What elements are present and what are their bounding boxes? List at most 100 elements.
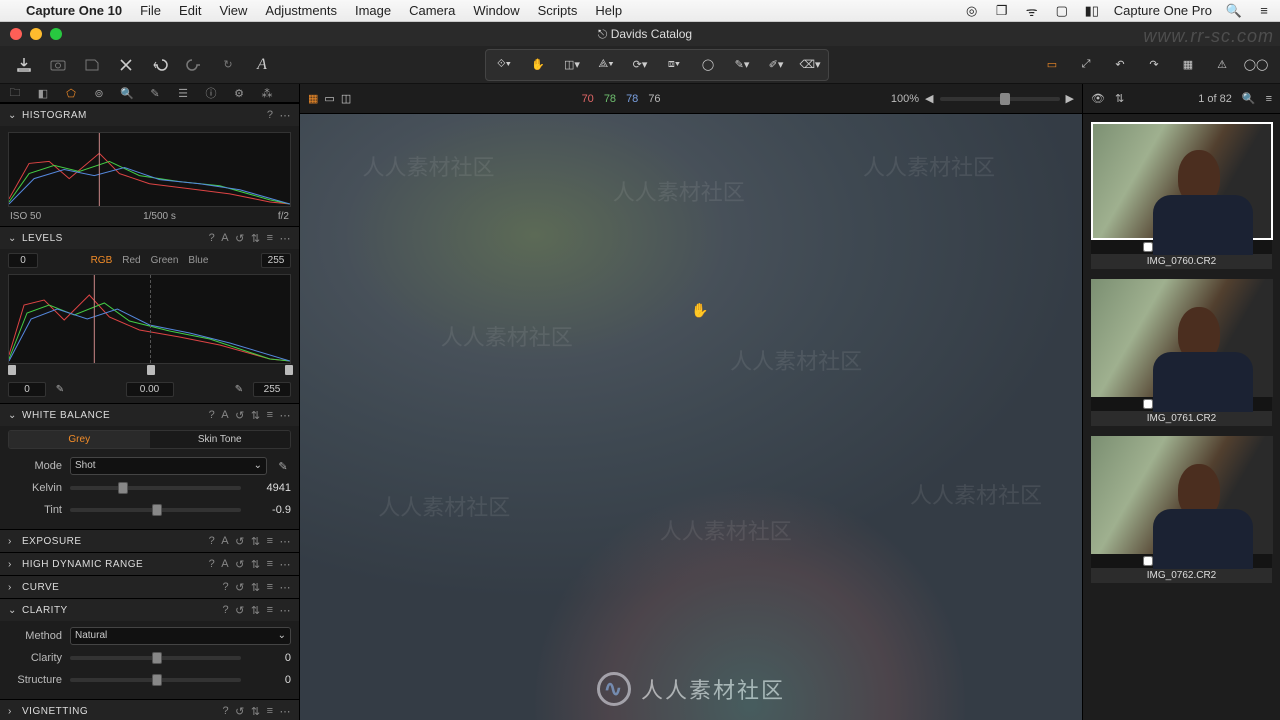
levels-help[interactable]: ? (209, 232, 216, 245)
wb-toggle[interactable]: ⌄ (8, 410, 18, 421)
levels-out-high[interactable]: 255 (253, 382, 291, 397)
import-button[interactable] (8, 51, 40, 79)
status-app-name[interactable]: Capture One Pro (1114, 3, 1212, 18)
levels-black-picker[interactable]: ✎ (52, 384, 68, 395)
levels-menu[interactable]: ⋯ (280, 232, 292, 245)
curve-preset[interactable]: ≡ (267, 581, 274, 594)
clarity-help[interactable]: ? (223, 604, 230, 617)
thumbnail-checkbox[interactable] (1143, 242, 1153, 252)
vignetting-copy[interactable]: ⇅ (251, 705, 261, 718)
app-name[interactable]: Capture One 10 (26, 3, 122, 18)
hdr-reset[interactable]: ↺ (235, 558, 245, 571)
levels-gamma[interactable]: 0.00 (126, 382, 174, 397)
levels-input-slider[interactable] (8, 366, 291, 376)
fullscreen-button[interactable]: ⤢ (1070, 51, 1102, 79)
thumbnail-image[interactable] (1091, 279, 1273, 397)
tab-adjust[interactable]: ☰ (174, 84, 192, 102)
tab-library[interactable]: 🗀 (6, 84, 24, 102)
wb-help[interactable]: ? (209, 409, 216, 422)
structure-value[interactable]: 0 (249, 674, 291, 686)
rotate-right-button[interactable]: ↷ (1138, 51, 1170, 79)
thumbnail-checkbox[interactable] (1143, 556, 1153, 566)
minimize-window-button[interactable] (30, 28, 42, 40)
warnings-button[interactable]: ⚠ (1206, 51, 1238, 79)
levels-in-high[interactable]: 255 (261, 253, 291, 268)
wb-menu[interactable]: ⋯ (280, 409, 292, 422)
wb-auto[interactable]: A (221, 409, 229, 422)
thumbnail-list[interactable]: • • • • • IMG_0760.CR2 • • • • • IMG_076… (1083, 114, 1280, 720)
hdr-preset[interactable]: ≡ (267, 558, 274, 571)
gradient-tool[interactable]: ✐▾ (759, 51, 793, 79)
wb-preset[interactable]: ≡ (267, 409, 274, 422)
exposure-copy[interactable]: ⇅ (251, 535, 261, 548)
thumbnail-image[interactable] (1091, 122, 1273, 240)
wb-tint-slider[interactable] (70, 508, 241, 512)
clarity-slider[interactable] (70, 656, 241, 660)
exposure-help[interactable]: ? (209, 535, 216, 548)
brush-tool[interactable]: ✎▾ (725, 51, 759, 79)
clarity-preset[interactable]: ≡ (267, 604, 274, 617)
status-windows-icon[interactable]: ❐ (994, 3, 1010, 19)
levels-auto[interactable]: A (221, 232, 229, 245)
clarity-copy[interactable]: ⇅ (251, 604, 261, 617)
thumbnail-checkbox[interactable] (1143, 399, 1153, 409)
wb-tab-skin[interactable]: Skin Tone (150, 431, 291, 448)
menu-scripts[interactable]: Scripts (538, 3, 578, 18)
clarity-value[interactable]: 0 (249, 652, 291, 664)
wb-picker[interactable]: ✎ (275, 460, 291, 473)
layout-viewer-button[interactable]: ▭ (1036, 51, 1068, 79)
redo-button[interactable] (178, 51, 210, 79)
vignetting-preset[interactable]: ≡ (267, 705, 274, 718)
hdr-help[interactable]: ? (209, 558, 216, 571)
menu-view[interactable]: View (219, 3, 247, 18)
spot-tool[interactable]: ◯ (691, 51, 725, 79)
clarity-reset[interactable]: ↺ (235, 604, 245, 617)
browser-menu-icon[interactable]: ≡ (1266, 93, 1272, 105)
histogram-menu[interactable]: ⋯ (280, 109, 292, 122)
vignetting-toggle[interactable]: › (8, 706, 18, 717)
wb-tint-value[interactable]: -0.9 (249, 504, 291, 516)
rotate-left-button[interactable]: ↶ (1104, 51, 1136, 79)
histogram-help[interactable]: ? (267, 109, 274, 122)
proof-button[interactable]: ◯◯ (1240, 51, 1272, 79)
hdr-auto[interactable]: A (221, 558, 229, 571)
curve-toggle[interactable]: › (8, 582, 18, 593)
keystone-tool[interactable]: ⧈▾ (657, 51, 691, 79)
wb-kelvin-value[interactable]: 4941 (249, 482, 291, 494)
curve-reset[interactable]: ↺ (235, 581, 245, 594)
browser-search-icon[interactable]: 🔍 (1242, 92, 1256, 105)
delete-button[interactable] (110, 51, 142, 79)
zoom-in-icon[interactable]: ▶ (1066, 92, 1074, 105)
hdr-copy[interactable]: ⇅ (251, 558, 261, 571)
zoom-slider[interactable] (940, 97, 1060, 101)
hdr-menu[interactable]: ⋯ (280, 558, 292, 571)
grid-button[interactable]: ▦ (1172, 51, 1204, 79)
status-airplay-icon[interactable]: ▢ (1054, 3, 1070, 19)
structure-slider[interactable] (70, 678, 241, 682)
browser-visibility-icon[interactable]: 👁 (1091, 92, 1105, 105)
clarity-toggle[interactable]: ⌄ (8, 605, 18, 616)
tab-exposure[interactable]: 🔍 (118, 84, 136, 102)
menu-image[interactable]: Image (355, 3, 391, 18)
view-single-button[interactable]: ▭ (324, 92, 334, 105)
levels-white-picker[interactable]: ✎ (231, 384, 247, 395)
wb-reset[interactable]: ↺ (235, 409, 245, 422)
levels-reset[interactable]: ↺ (235, 232, 245, 245)
tab-lens[interactable]: ⊚ (90, 84, 108, 102)
curve-copy[interactable]: ⇅ (251, 581, 261, 594)
view-grid-button[interactable]: ▦ (308, 92, 318, 105)
vignetting-reset[interactable]: ↺ (235, 705, 245, 718)
exposure-toggle[interactable]: › (8, 536, 18, 547)
clarity-method-select[interactable]: Natural⌄ (70, 627, 291, 645)
clarity-menu[interactable]: ⋯ (280, 604, 292, 617)
status-battery-icon[interactable]: ▮▯ (1084, 3, 1100, 19)
menu-help[interactable]: Help (595, 3, 622, 18)
status-eye-icon[interactable]: ◎ (964, 3, 980, 19)
menu-list-icon[interactable]: ≡ (1256, 3, 1272, 19)
tab-color[interactable]: ⬠ (62, 84, 80, 102)
levels-preset[interactable]: ≡ (267, 232, 274, 245)
hdr-toggle[interactable]: › (8, 559, 18, 570)
vignetting-menu[interactable]: ⋯ (280, 705, 292, 718)
levels-ch-rgb[interactable]: RGB (91, 255, 113, 266)
tab-batch[interactable]: ⁂ (258, 84, 276, 102)
